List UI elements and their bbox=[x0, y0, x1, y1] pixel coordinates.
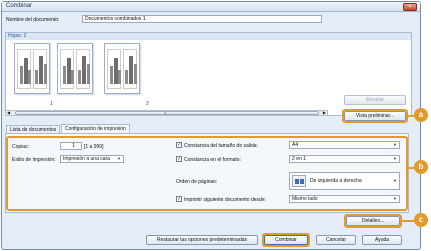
page-thumbnail[interactable] bbox=[57, 43, 93, 94]
delete-button[interactable]: Eliminar bbox=[344, 95, 406, 105]
scroll-right-icon[interactable]: ▶ bbox=[323, 110, 326, 115]
callout-a: a bbox=[414, 108, 428, 122]
document-name-input[interactable]: Documentos combinados 1 bbox=[82, 15, 322, 23]
close-button[interactable]: × bbox=[403, 3, 417, 11]
cancel-button[interactable]: Cancelar bbox=[316, 235, 356, 245]
help-button[interactable]: Ayuda bbox=[362, 235, 402, 245]
page-number: 1 bbox=[50, 101, 53, 107]
document-name-label: Nombre del documento: bbox=[6, 17, 60, 23]
page-thumbnail[interactable] bbox=[104, 43, 140, 94]
scroll-thumb[interactable]: III bbox=[15, 111, 319, 115]
page-preview-image bbox=[17, 46, 47, 91]
page-preview-image bbox=[60, 46, 90, 91]
scroll-left-icon[interactable]: ◀ bbox=[7, 110, 10, 115]
callout-b: b bbox=[414, 160, 428, 174]
horizontal-scrollbar[interactable]: ◀ III ▶ bbox=[5, 110, 328, 116]
page-number: 2 bbox=[146, 101, 149, 107]
grip-icon: III bbox=[164, 111, 167, 115]
callout-c: c bbox=[414, 213, 428, 227]
page-thumbnail[interactable] bbox=[14, 43, 50, 94]
title-bar[interactable]: Combinar × bbox=[2, 2, 420, 12]
window-title: Combinar bbox=[6, 3, 33, 9]
pages-header: Hojas: 2 bbox=[6, 33, 411, 40]
page-preview-image bbox=[107, 46, 137, 91]
highlight-frame bbox=[6, 136, 408, 211]
restore-defaults-button[interactable]: Restaurar las opciones predeterminadas bbox=[146, 235, 258, 245]
highlight-frame bbox=[262, 233, 310, 247]
highlight-frame bbox=[344, 214, 402, 228]
highlight-frame bbox=[342, 109, 408, 123]
